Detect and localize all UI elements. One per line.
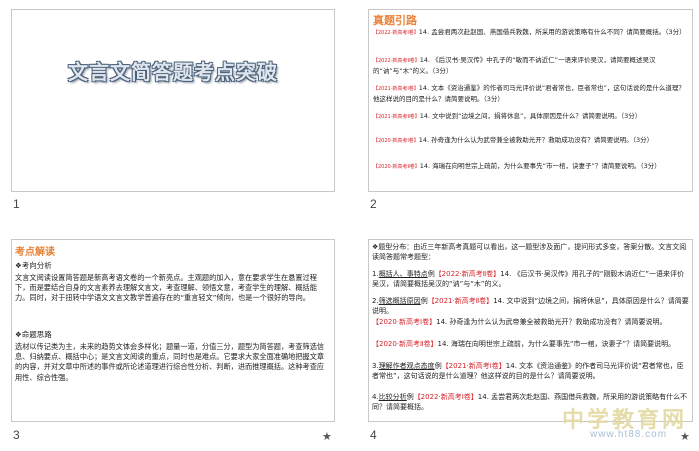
question-item: 【2022·新高考Ⅰ卷】14. 孟尝君两次赴赵国、燕国借兵救魏，所采用的游说策略… — [373, 28, 686, 36]
question-item: 【2020·新高考Ⅱ卷】14. 海瑞在向明世宗上疏前，为什么要事先“市一棺，诀妻… — [373, 162, 661, 170]
slide-number-3: 3 — [13, 428, 20, 442]
intro-text: ❖题型分布：由近三年新高考真题可以看出，这一题型涉及面广，提问形式多变，答案分散… — [372, 243, 687, 261]
type-item: 【2020·新高考Ⅱ卷】14. 海瑞在向明世宗上疏前，为什么要事先“市一棺，诀妻… — [372, 340, 676, 348]
section-label: ❖命题思路 — [15, 330, 52, 339]
slide-heading: 真题引路 — [373, 14, 417, 27]
slide-heading: 考点解读 — [15, 247, 55, 258]
slide-number-2: 2 — [370, 197, 377, 211]
question-item: 【2021·新高考Ⅰ卷】14. 文本《资治通鉴》的作者司马光评价说“君者常也，臣… — [373, 84, 685, 103]
watermark-url: www.ht88.com — [590, 429, 668, 440]
slide-title: 文言文简答题考点突破 — [68, 60, 278, 84]
slide-number-4: 4 — [370, 428, 377, 442]
slide-thumbnail-1[interactable]: 文言文简答题考点突破 — [11, 9, 335, 192]
animation-star-icon[interactable]: ★ — [322, 430, 332, 443]
question-item: 【2020·新高考Ⅰ卷】14. 孙奇逢为什么认为武帝兼全被救助光开？救助成功没有… — [373, 136, 654, 144]
paragraph: 文言文阅读设置简答题是新高考语文卷的一个新亮点。主观题的加入，意在要求学生在悬置… — [15, 273, 317, 303]
slide-thumbnail-4[interactable]: ❖题型分布：由近三年新高考真题可以看出，这一题型涉及面广，提问形式多变，答案分散… — [368, 239, 693, 422]
question-item: 【2022·新高考Ⅱ卷】14. 《后汉书·吴汉传》中孔子的“敏而不讷近仁”一语来… — [373, 56, 656, 75]
slide-number-1: 1 — [13, 197, 20, 211]
type-item: 1.概括人、事特点例【2022·新高考Ⅱ卷】14. 《后汉书·吴汉传》用孔子的“… — [372, 270, 685, 288]
paragraph: 选材以传记类为主，未来的趋势文体会多样化；题量一道，分值三分，题型为简答题，考查… — [15, 342, 325, 382]
type-item: 【2020·新高考Ⅰ卷】14. 孙奇逢为什么认为武帝兼全被救助光开？救助成功没有… — [372, 318, 667, 326]
slide-thumbnail-2[interactable]: 真题引路 【2022·新高考Ⅰ卷】14. 孟尝君两次赴赵国、燕国借兵救魏，所采用… — [368, 9, 693, 192]
type-item: 2.筛选概括原因例【2021·新高考Ⅱ卷】14. 文中说到“边境之间，捐将休息”… — [372, 297, 689, 315]
question-item: 【2021·新高考Ⅱ卷】14. 文中说到“边境之间，捐将休息”，具体原因是什么？… — [373, 112, 642, 120]
type-item: 3.理解作者观点态度例【2021·新高考Ⅰ卷】14. 文本《资治通鉴》的作者司马… — [372, 362, 684, 380]
slide-thumbnail-3[interactable]: 考点解读 ❖考向分析 文言文阅读设置简答题是新高考语文卷的一个新亮点。主观题的加… — [11, 239, 335, 422]
section-label: ❖考向分析 — [15, 261, 52, 270]
